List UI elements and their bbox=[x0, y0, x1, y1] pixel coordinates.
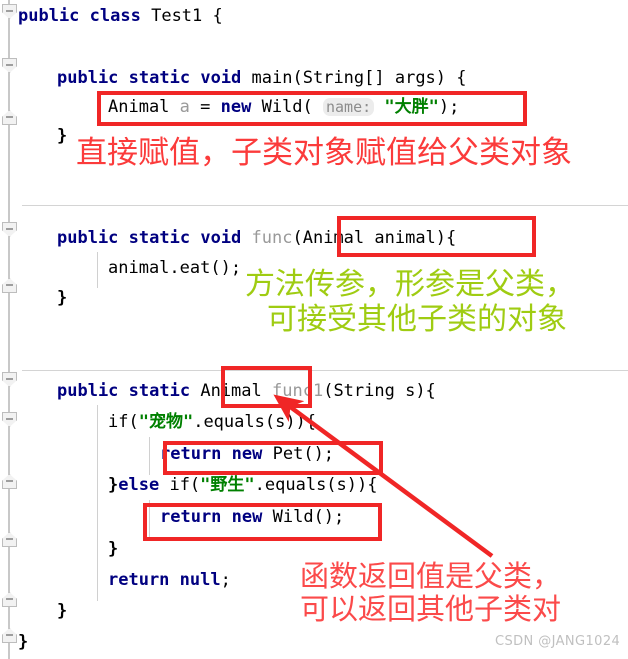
code-token: .equals(s)){ bbox=[254, 475, 378, 495]
box-func-parameter bbox=[337, 216, 536, 257]
code-token: ; bbox=[220, 570, 231, 590]
annotation-return-type: 函数返回值是父类， bbox=[300, 559, 562, 593]
fold-gutter-line bbox=[8, 0, 10, 659]
box-return-new-wild bbox=[143, 503, 382, 541]
box-return-new-pet bbox=[163, 441, 383, 475]
code-token: void bbox=[200, 68, 242, 88]
code-token: animal.eat(); bbox=[108, 258, 242, 278]
fold-marker-dash-icon bbox=[6, 598, 13, 600]
code-line[interactable]: return null; bbox=[108, 570, 231, 590]
code-line[interactable]: } bbox=[57, 288, 67, 308]
code-token: public bbox=[57, 68, 119, 88]
code-editor[interactable]: public class Test1 {public static void m… bbox=[0, 0, 628, 659]
code-token: class bbox=[89, 6, 141, 26]
code-token: else bbox=[118, 475, 160, 495]
code-token: "宠物" bbox=[138, 412, 194, 432]
fold-marker-up[interactable] bbox=[2, 532, 17, 547]
fold-marker-down[interactable] bbox=[2, 58, 17, 73]
fold-marker-up[interactable] bbox=[2, 592, 17, 607]
code-line[interactable]: public static void main(String[] args) { bbox=[57, 68, 467, 88]
fold-marker-up[interactable] bbox=[2, 474, 17, 489]
fold-marker-dash-icon bbox=[6, 116, 13, 118]
code-token: (String[] args) { bbox=[292, 68, 467, 88]
csdn-watermark: CSDN @JANG1024 bbox=[495, 634, 621, 649]
fold-marker-dash-icon bbox=[6, 538, 13, 540]
code-token: public bbox=[57, 381, 119, 401]
code-token: } bbox=[108, 475, 119, 495]
code-token: (String s){ bbox=[323, 381, 436, 401]
code-line[interactable]: animal.eat(); bbox=[108, 258, 241, 278]
code-token: func bbox=[251, 228, 293, 248]
code-token: static bbox=[128, 381, 191, 401]
fold-marker-up[interactable] bbox=[2, 110, 17, 125]
code-line[interactable]: } bbox=[57, 126, 67, 146]
fold-marker-dash-icon bbox=[6, 634, 13, 636]
fold-marker-down[interactable] bbox=[2, 222, 17, 237]
code-token: Test1 { bbox=[140, 6, 223, 26]
fold-marker-down[interactable] bbox=[2, 4, 17, 19]
fold-marker-dash-icon bbox=[6, 10, 13, 12]
fold-marker-up[interactable] bbox=[2, 278, 17, 293]
code-token: } bbox=[57, 601, 68, 621]
code-line[interactable]: }else if("野生".equals(s)){ bbox=[108, 475, 377, 495]
code-token: .equals(s)){ bbox=[193, 412, 317, 432]
fold-marker-down[interactable] bbox=[2, 412, 17, 427]
fold-marker-dash-icon bbox=[6, 284, 13, 286]
fold-marker-dash-icon bbox=[6, 480, 13, 482]
code-token: main bbox=[251, 68, 293, 88]
code-token: void bbox=[200, 228, 242, 248]
indent-guide bbox=[97, 405, 98, 601]
indent-guide bbox=[97, 252, 98, 288]
annotation-return-type-2: 可以返回其他子类对 bbox=[300, 592, 562, 626]
method-separator bbox=[22, 205, 628, 206]
fold-marker-dash-icon bbox=[6, 228, 13, 230]
code-token: public bbox=[18, 6, 80, 26]
fold-marker-down[interactable] bbox=[2, 372, 17, 387]
indent-guide bbox=[149, 437, 150, 475]
code-token: if( bbox=[108, 412, 139, 432]
code-token: } bbox=[57, 288, 68, 308]
annotation-method-parameter: 方法传参，形参是父类， bbox=[245, 267, 575, 302]
code-line[interactable]: public class Test1 { bbox=[18, 6, 223, 26]
fold-marker-up[interactable] bbox=[2, 628, 17, 643]
code-token: } bbox=[57, 126, 68, 146]
box-animal-assignment bbox=[97, 91, 527, 126]
code-token: static bbox=[128, 228, 191, 248]
code-token: } bbox=[18, 632, 29, 652]
code-token: null bbox=[179, 570, 221, 590]
box-func1-return-type bbox=[221, 366, 312, 408]
fold-marker-dash-icon bbox=[6, 378, 13, 380]
code-line[interactable]: } bbox=[108, 539, 118, 559]
code-token: } bbox=[108, 539, 119, 559]
code-line[interactable]: } bbox=[57, 601, 67, 621]
code-token: static bbox=[128, 68, 191, 88]
code-token: "野生" bbox=[200, 475, 255, 495]
fold-marker-dash-icon bbox=[6, 64, 13, 66]
code-token: if( bbox=[169, 475, 201, 495]
annotation-method-parameter-2: 可接受其他子类的对象 bbox=[267, 302, 567, 337]
annotation-direct-assignment: 直接赋值，子类对象赋值给父类对象 bbox=[76, 135, 572, 171]
code-line[interactable]: if("宠物".equals(s)){ bbox=[108, 412, 316, 432]
code-token: public bbox=[57, 228, 119, 248]
code-token: return bbox=[108, 570, 170, 590]
method-separator bbox=[22, 370, 628, 371]
code-line[interactable]: } bbox=[18, 632, 28, 652]
fold-marker-dash-icon bbox=[6, 418, 13, 420]
